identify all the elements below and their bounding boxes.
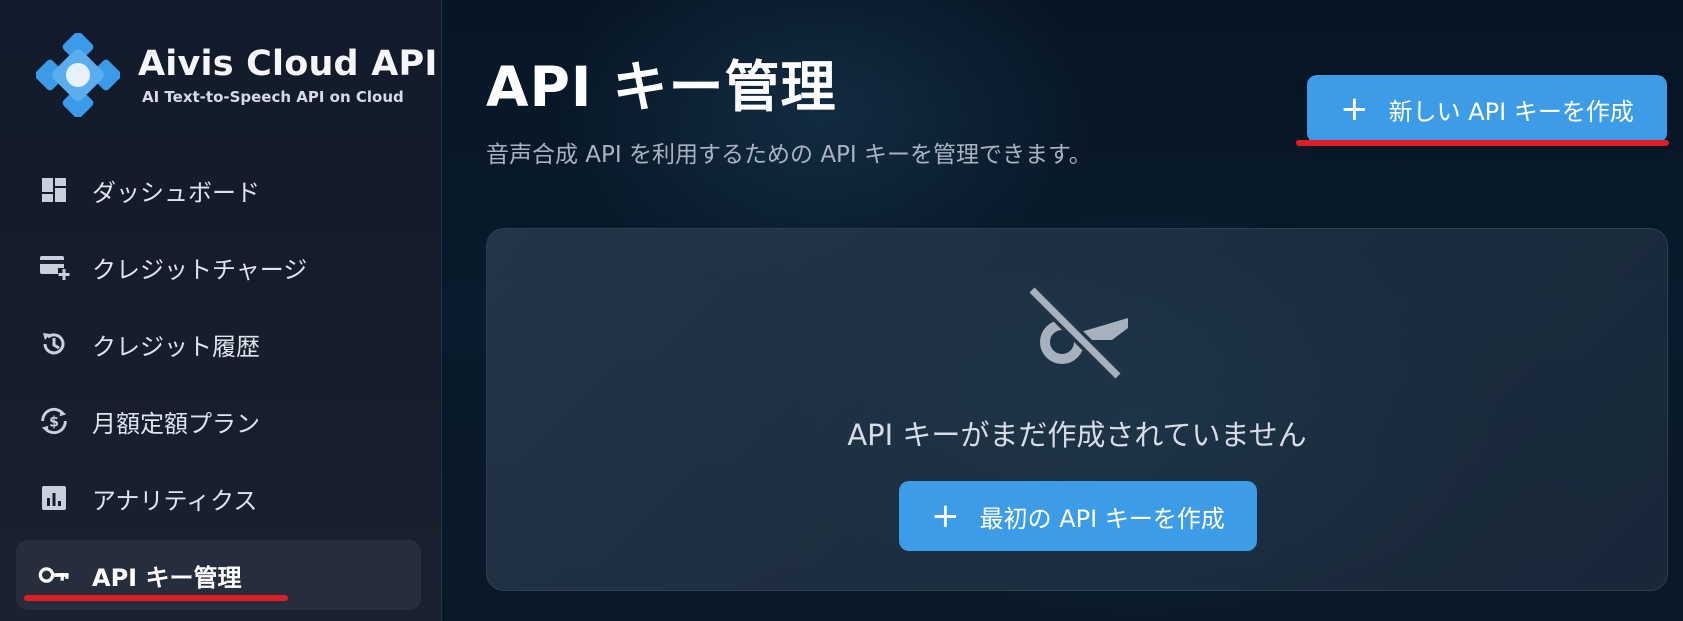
annotation-underline-create — [1296, 140, 1669, 146]
sidebar-item-label: 月額定額プラン — [92, 409, 260, 438]
brand[interactable]: Aivis Cloud API AI Text-to-Speech API on… — [36, 33, 438, 117]
aivis-logo-icon — [36, 33, 120, 117]
create-api-key-button-label: 新しい API キーを作成 — [1388, 97, 1634, 126]
analytics-icon — [38, 482, 70, 514]
key-icon — [38, 559, 70, 591]
brand-tagline: AI Text-to-Speech API on Cloud — [142, 88, 404, 106]
history-icon — [38, 328, 70, 360]
brand-name: Aivis Cloud API — [138, 44, 438, 84]
sidebar: Aivis Cloud API AI Text-to-Speech API on… — [0, 0, 442, 621]
sidebar-item-monthly-plan[interactable]: $ 月額定額プラン — [16, 386, 421, 456]
sidebar-item-credit-history[interactable]: クレジット履歴 — [16, 309, 421, 379]
create-first-api-key-button[interactable]: + 最初の API キーを作成 — [899, 481, 1257, 551]
empty-state-message: API キーがまだ作成されていません — [847, 418, 1307, 452]
app-window: Aivis Cloud API AI Text-to-Speech API on… — [0, 0, 1683, 621]
main-content: API キー管理 音声合成 API を利用するための API キーを管理できます… — [442, 0, 1683, 621]
sidebar-nav: ダッシュボード クレジットチャージ クレジット履歴 $ 月額定額プラン アナリテ… — [16, 155, 421, 617]
key-off-icon — [1027, 285, 1128, 381]
sidebar-item-label: アナリティクス — [92, 486, 258, 515]
plus-icon: + — [931, 496, 960, 536]
dollar-cycle-icon: $ — [38, 405, 70, 437]
page-subtitle: 音声合成 API を利用するための API キーを管理できます。 — [486, 142, 1092, 168]
sidebar-item-label: クレジット履歴 — [92, 332, 260, 361]
credit-card-add-icon — [38, 251, 70, 283]
sidebar-item-label: API キー管理 — [92, 563, 242, 592]
annotation-underline-sidebar — [24, 595, 288, 601]
page-title: API キー管理 — [486, 55, 837, 119]
dashboard-icon — [38, 174, 70, 206]
sidebar-item-label: ダッシュボード — [92, 178, 260, 207]
create-first-api-key-button-label: 最初の API キーを作成 — [979, 504, 1225, 533]
sidebar-item-analytics[interactable]: アナリティクス — [16, 463, 421, 533]
create-api-key-button[interactable]: + 新しい API キーを作成 — [1307, 75, 1667, 143]
sidebar-item-label: クレジットチャージ — [92, 255, 308, 284]
sidebar-item-dashboard[interactable]: ダッシュボード — [16, 155, 421, 225]
plus-icon: + — [1340, 89, 1369, 129]
sidebar-item-credit-charge[interactable]: クレジットチャージ — [16, 232, 421, 302]
svg-text:$: $ — [49, 415, 59, 431]
empty-state-card: API キーがまだ作成されていません + 最初の API キーを作成 — [486, 228, 1668, 591]
